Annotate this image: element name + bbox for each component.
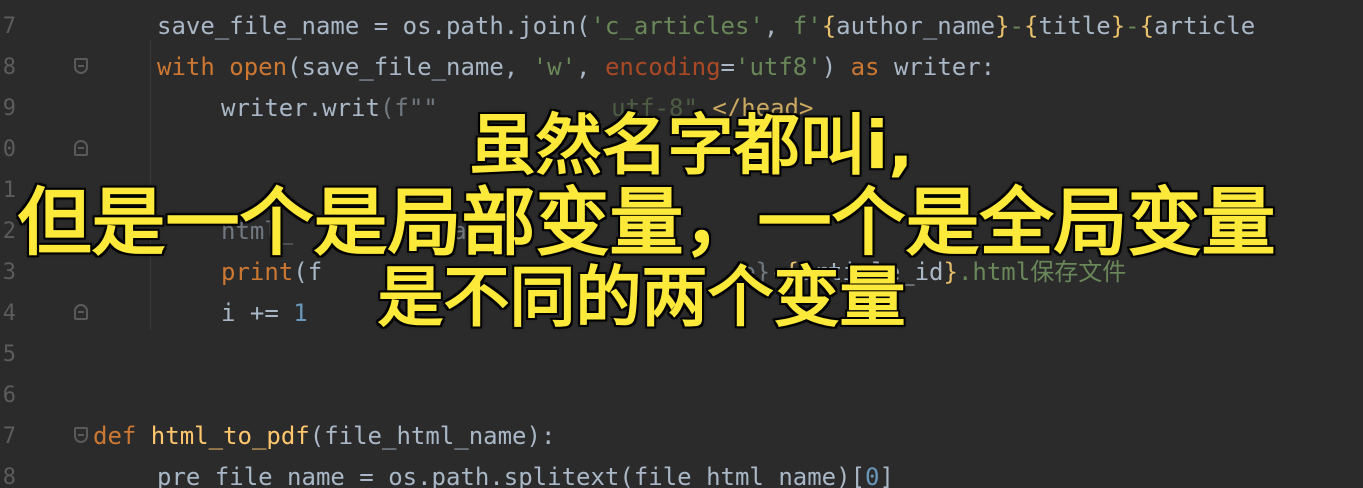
- code-token: }: [995, 12, 1010, 40]
- code-token: writer:: [893, 53, 996, 81]
- code-token: encoding: [604, 53, 721, 81]
- line-number: 5: [2, 342, 16, 367]
- code-token: ]: [879, 463, 894, 488]
- code-token: }: [1110, 12, 1126, 40]
- code-token: (save_file_name,: [287, 53, 533, 81]
- code-token: ,: [576, 53, 605, 81]
- subtitle-line-2: 但是一个是局部变量，一个是全局变量: [16, 179, 1277, 268]
- code-line[interactable]: 8 pre_file_name = os.path.splitext(file_h…: [0, 457, 1363, 488]
- code-line[interactable]: 6: [0, 375, 1363, 416]
- subtitle-line-3: 是不同的两个变量: [376, 258, 907, 337]
- code-token: ): [821, 53, 851, 81]
- code-token: with: [157, 53, 230, 81]
- code-token: open: [229, 53, 288, 81]
- code-line[interactable]: 8 with open(save_file_name, 'w', encoding…: [0, 47, 1363, 88]
- code-token: (file_html_name):: [309, 422, 556, 450]
- line-number: 8: [2, 55, 16, 80]
- code-line[interactable]: 7 def html_to_pdf(file_html_name):: [0, 416, 1363, 457]
- code-token: -: [1009, 12, 1024, 40]
- line-number: 7: [2, 424, 16, 449]
- code-token: save_file_name = os.path.join(: [157, 12, 591, 40]
- code-token: author_name: [836, 12, 996, 40]
- code-line[interactable]: 7 save_file_name = os.path.join('c_articl…: [0, 6, 1363, 47]
- code-token: def: [93, 422, 151, 450]
- code-token: 'c_articles': [590, 12, 764, 40]
- code-token: article: [1154, 12, 1256, 40]
- fold-marker-icon[interactable]: [74, 427, 88, 443]
- code-token: ,: [763, 12, 793, 40]
- code-text: with open(save_file_name, 'w', encoding=…: [157, 47, 995, 88]
- code-token: 'utf8': [735, 53, 822, 81]
- code-token: {: [1139, 12, 1155, 40]
- line-number: 6: [2, 383, 16, 408]
- code-token: 'w': [532, 53, 577, 81]
- code-token: =: [720, 53, 735, 81]
- code-token: {: [821, 12, 837, 40]
- code-text: def html_to_pdf(file_html_name):: [93, 416, 555, 457]
- fold-marker-icon[interactable]: [74, 58, 88, 74]
- line-number: 8: [2, 465, 16, 488]
- code-token: pre_file_name = os.path.splitext(file_ht…: [157, 463, 866, 488]
- code-token: title: [1038, 12, 1111, 40]
- code-editor[interactable]: 7 save_file_name = os.path.join('c_articl…: [0, 0, 1363, 488]
- code-text: pre_file_name = os.path.splitext(file_ht…: [157, 457, 894, 488]
- code-token: -: [1125, 12, 1140, 40]
- code-line[interactable]: 5: [0, 334, 1363, 375]
- code-token: 0: [865, 463, 880, 488]
- line-number: 7: [2, 14, 16, 39]
- code-token: f': [792, 12, 822, 40]
- subtitle-line-1: 虽然名字都叫i,: [468, 106, 915, 185]
- code-text: save_file_name = os.path.join('c_article…: [157, 6, 1255, 47]
- code-token: {: [1024, 12, 1039, 40]
- code-token: html_to_pdf: [150, 422, 310, 450]
- code-token: as: [850, 53, 894, 81]
